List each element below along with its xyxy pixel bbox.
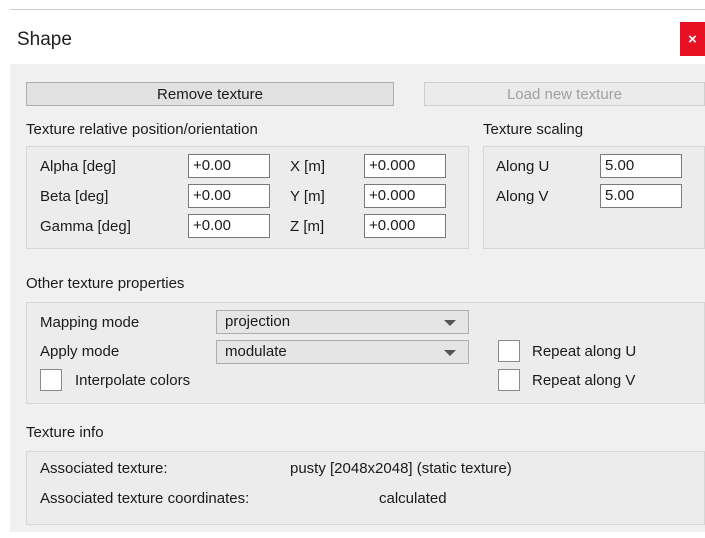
along-v-field[interactable]: 5.00 xyxy=(600,184,682,208)
gamma-field[interactable]: +0.00 xyxy=(188,214,270,238)
y-field[interactable]: +0.000 xyxy=(364,184,446,208)
other-heading: Other texture properties xyxy=(26,275,185,292)
title-bar xyxy=(10,10,705,64)
associated-texture-label: Associated texture: xyxy=(40,460,168,477)
chevron-down-icon xyxy=(444,320,456,326)
remove-texture-button[interactable]: Remove texture xyxy=(26,82,394,106)
texture-coordinates-value: calculated xyxy=(379,490,447,507)
y-label: Y [m] xyxy=(290,188,325,205)
mapping-mode-label: Mapping mode xyxy=(40,314,140,331)
x-field[interactable]: +0.000 xyxy=(364,154,446,178)
repeat-along-v-label: Repeat along V xyxy=(532,372,636,389)
along-v-label: Along V xyxy=(496,188,549,205)
gamma-label: Gamma [deg] xyxy=(40,218,131,235)
repeat-along-v-checkbox[interactable] xyxy=(498,369,520,391)
repeat-along-u-label: Repeat along U xyxy=(532,343,637,360)
z-field[interactable]: +0.000 xyxy=(364,214,446,238)
repeat-along-u-checkbox[interactable] xyxy=(498,340,520,362)
z-label: Z [m] xyxy=(290,218,325,235)
info-heading: Texture info xyxy=(26,424,104,441)
chevron-down-icon xyxy=(444,350,456,356)
associated-texture-value: pusty [2048x2048] (static texture) xyxy=(290,460,512,477)
position-heading: Texture relative position/orientation xyxy=(26,121,258,138)
apply-mode-value: modulate xyxy=(225,343,287,360)
beta-field[interactable]: +0.00 xyxy=(188,184,270,208)
beta-label: Beta [deg] xyxy=(40,188,109,205)
mapping-mode-select[interactable]: projection xyxy=(216,310,469,334)
interpolate-colors-checkbox[interactable] xyxy=(40,369,62,391)
interpolate-colors-label: Interpolate colors xyxy=(75,372,191,389)
mapping-mode-value: projection xyxy=(225,313,291,330)
texture-coordinates-label: Associated texture coordinates: xyxy=(40,490,250,507)
apply-mode-label: Apply mode xyxy=(40,343,120,360)
close-button[interactable]: × xyxy=(680,22,705,56)
apply-mode-select[interactable]: modulate xyxy=(216,340,469,364)
along-u-field[interactable]: 5.00 xyxy=(600,154,682,178)
x-label: X [m] xyxy=(290,158,326,175)
window-title: Shape xyxy=(17,29,72,50)
scaling-heading: Texture scaling xyxy=(483,121,584,138)
load-new-texture-button[interactable]: Load new texture xyxy=(424,82,705,106)
alpha-label: Alpha [deg] xyxy=(40,158,116,175)
along-u-label: Along U xyxy=(496,158,550,175)
alpha-field[interactable]: +0.00 xyxy=(188,154,270,178)
